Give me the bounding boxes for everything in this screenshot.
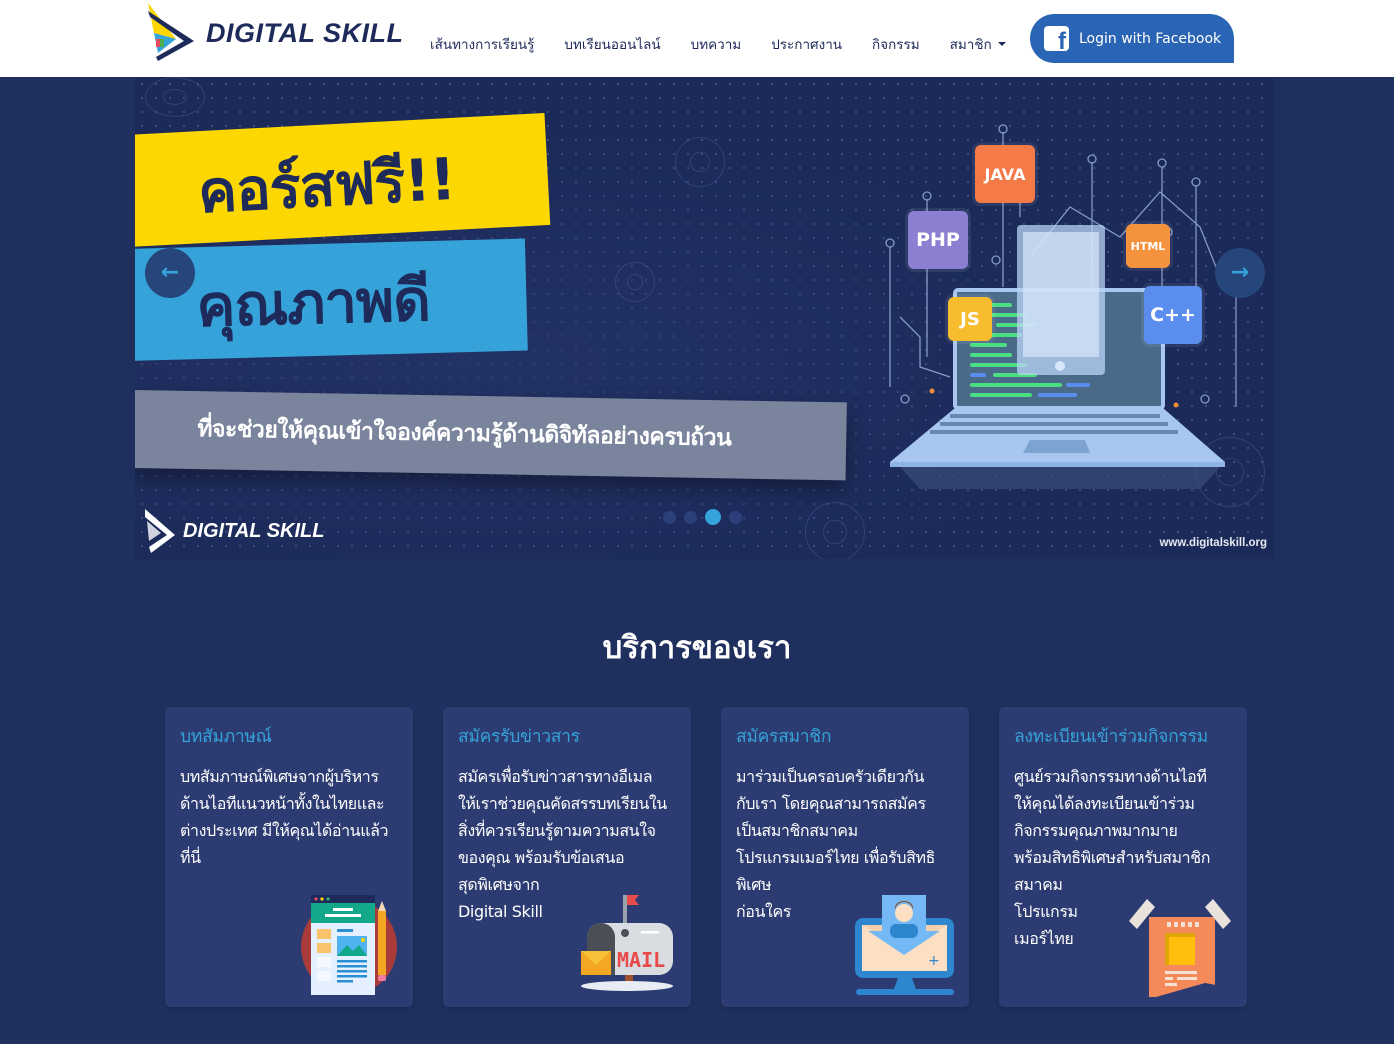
carousel-next-button[interactable]: → <box>1215 248 1265 298</box>
login-facebook-button[interactable]: f Login with Facebook <box>1030 14 1234 63</box>
arrow-left-icon: ← <box>160 260 180 285</box>
nav-learning-path[interactable]: เส้นทางการเรียนรู้ <box>430 33 534 55</box>
mailbox-icon: MAIL <box>581 895 673 991</box>
carousel-indicator-1[interactable] <box>663 510 676 524</box>
hero-logo-text: DIGITAL SKILL <box>183 519 325 542</box>
hero-website-url: www.digitalskill.org <box>1159 537 1267 549</box>
nav-articles[interactable]: บทความ <box>691 33 742 55</box>
gear-icon <box>805 502 865 559</box>
service-card-title[interactable]: บทสัมภาษณ์ <box>180 722 398 750</box>
laptop-icon <box>885 124 1237 489</box>
gear-icon <box>615 262 655 302</box>
hero-headline-1: คอร์สฟรี!! <box>196 144 457 227</box>
services-heading: บริการของเรา <box>602 630 792 666</box>
navbar: DIGITAL SKILL เส้นทางการเรียนรู้ บทเรียน… <box>0 0 1394 77</box>
service-card-title[interactable]: สมัครรับข่าวสาร <box>458 722 676 750</box>
member-signup-icon: + <box>855 895 954 995</box>
gear-icon <box>145 77 205 117</box>
nav-online-lessons[interactable]: บทเรียนออนไลน์ <box>564 33 660 55</box>
gear-icon <box>675 137 725 187</box>
nav-members-dropdown[interactable]: สมาชิก <box>950 33 1006 55</box>
hero-brand-logo: DIGITAL SKILL <box>143 509 324 553</box>
event-poster-icon <box>1129 899 1231 997</box>
service-card-title[interactable]: ลงทะเบียนเข้าร่วมกิจกรรม <box>1014 722 1232 750</box>
service-card-description: บทสัมภาษณ์พิเศษจากผู้บริหาร ด้านไอทีแนวห… <box>180 767 389 867</box>
caret-down-icon <box>997 42 1006 46</box>
svg-text:+: + <box>928 953 940 969</box>
carousel-indicators <box>663 509 742 525</box>
java-badge: JAVA <box>975 145 1035 203</box>
brand-logo-icon <box>148 3 194 61</box>
html-badge: HTML <box>1126 224 1170 268</box>
headline-banner-blue: คุณภาพดี <box>135 238 528 361</box>
brand-name: DIGITAL SKILL <box>206 17 404 48</box>
services-card-list: บทสัมภาษณ์ บทสัมภาษณ์พิเศษจากผู้บริหาร ด… <box>165 707 1247 1007</box>
service-card-interviews[interactable]: บทสัมภาษณ์ บทสัมภาษณ์พิเศษจากผู้บริหาร ด… <box>165 707 413 1007</box>
carousel-indicator-2[interactable] <box>684 510 697 524</box>
svg-text:MAIL: MAIL <box>617 948 665 972</box>
brand-logo[interactable]: DIGITAL SKILL <box>146 2 406 64</box>
nav-activities[interactable]: กิจกรรม <box>872 33 920 55</box>
arrow-right-icon: → <box>1230 260 1250 285</box>
article-icon <box>301 895 397 995</box>
hero-headline-2: คุณภาพดี <box>195 266 431 341</box>
headline-banner-yellow: คอร์สฟรี!! <box>135 113 551 247</box>
php-badge: PHP <box>908 211 968 269</box>
hero-subheadline: ที่จะช่วยให้คุณเข้าใจองค์ความรู้ด้านดิจิ… <box>197 416 732 452</box>
brand-logo-icon <box>145 509 175 553</box>
laptop-code-illustration: JAVA PHP HTML JS C++ <box>860 117 1274 517</box>
service-card-newsletter[interactable]: สมัครรับข่าวสาร สมัครเพื่อรับข่าวสารทางอ… <box>443 707 691 1007</box>
facebook-icon: f <box>1044 26 1069 51</box>
carousel-indicator-4[interactable] <box>729 510 742 524</box>
nav-members-label: สมาชิก <box>949 37 992 53</box>
cpp-badge: C++ <box>1144 286 1202 344</box>
js-badge: JS <box>948 297 992 341</box>
service-card-title[interactable]: สมัครสมาชิก <box>736 722 954 750</box>
nav-jobs[interactable]: ประกาศงาน <box>771 33 842 55</box>
service-card-membership[interactable]: สมัครสมาชิก มาร่วมเป็นครอบครัวเดียวกัน ก… <box>721 707 969 1007</box>
carousel-prev-button[interactable]: ← <box>145 248 195 298</box>
service-card-event-registration[interactable]: ลงทะเบียนเข้าร่วมกิจกรรม ศูนย์รวมกิจกรรม… <box>999 707 1247 1007</box>
subheadline-banner: ที่จะช่วยให้คุณเข้าใจองค์ความรู้ด้านดิจิ… <box>135 390 847 481</box>
carousel-indicator-3[interactable] <box>705 509 721 525</box>
main-nav: เส้นทางการเรียนรู้ บทเรียนออนไลน์ บทความ… <box>430 33 1036 55</box>
hero-carousel: คอร์สฟรี!! คุณภาพดี ที่จะช่วยให้คุณเข้าใ… <box>135 77 1274 559</box>
login-facebook-label: Login with Facebook <box>1079 30 1222 47</box>
